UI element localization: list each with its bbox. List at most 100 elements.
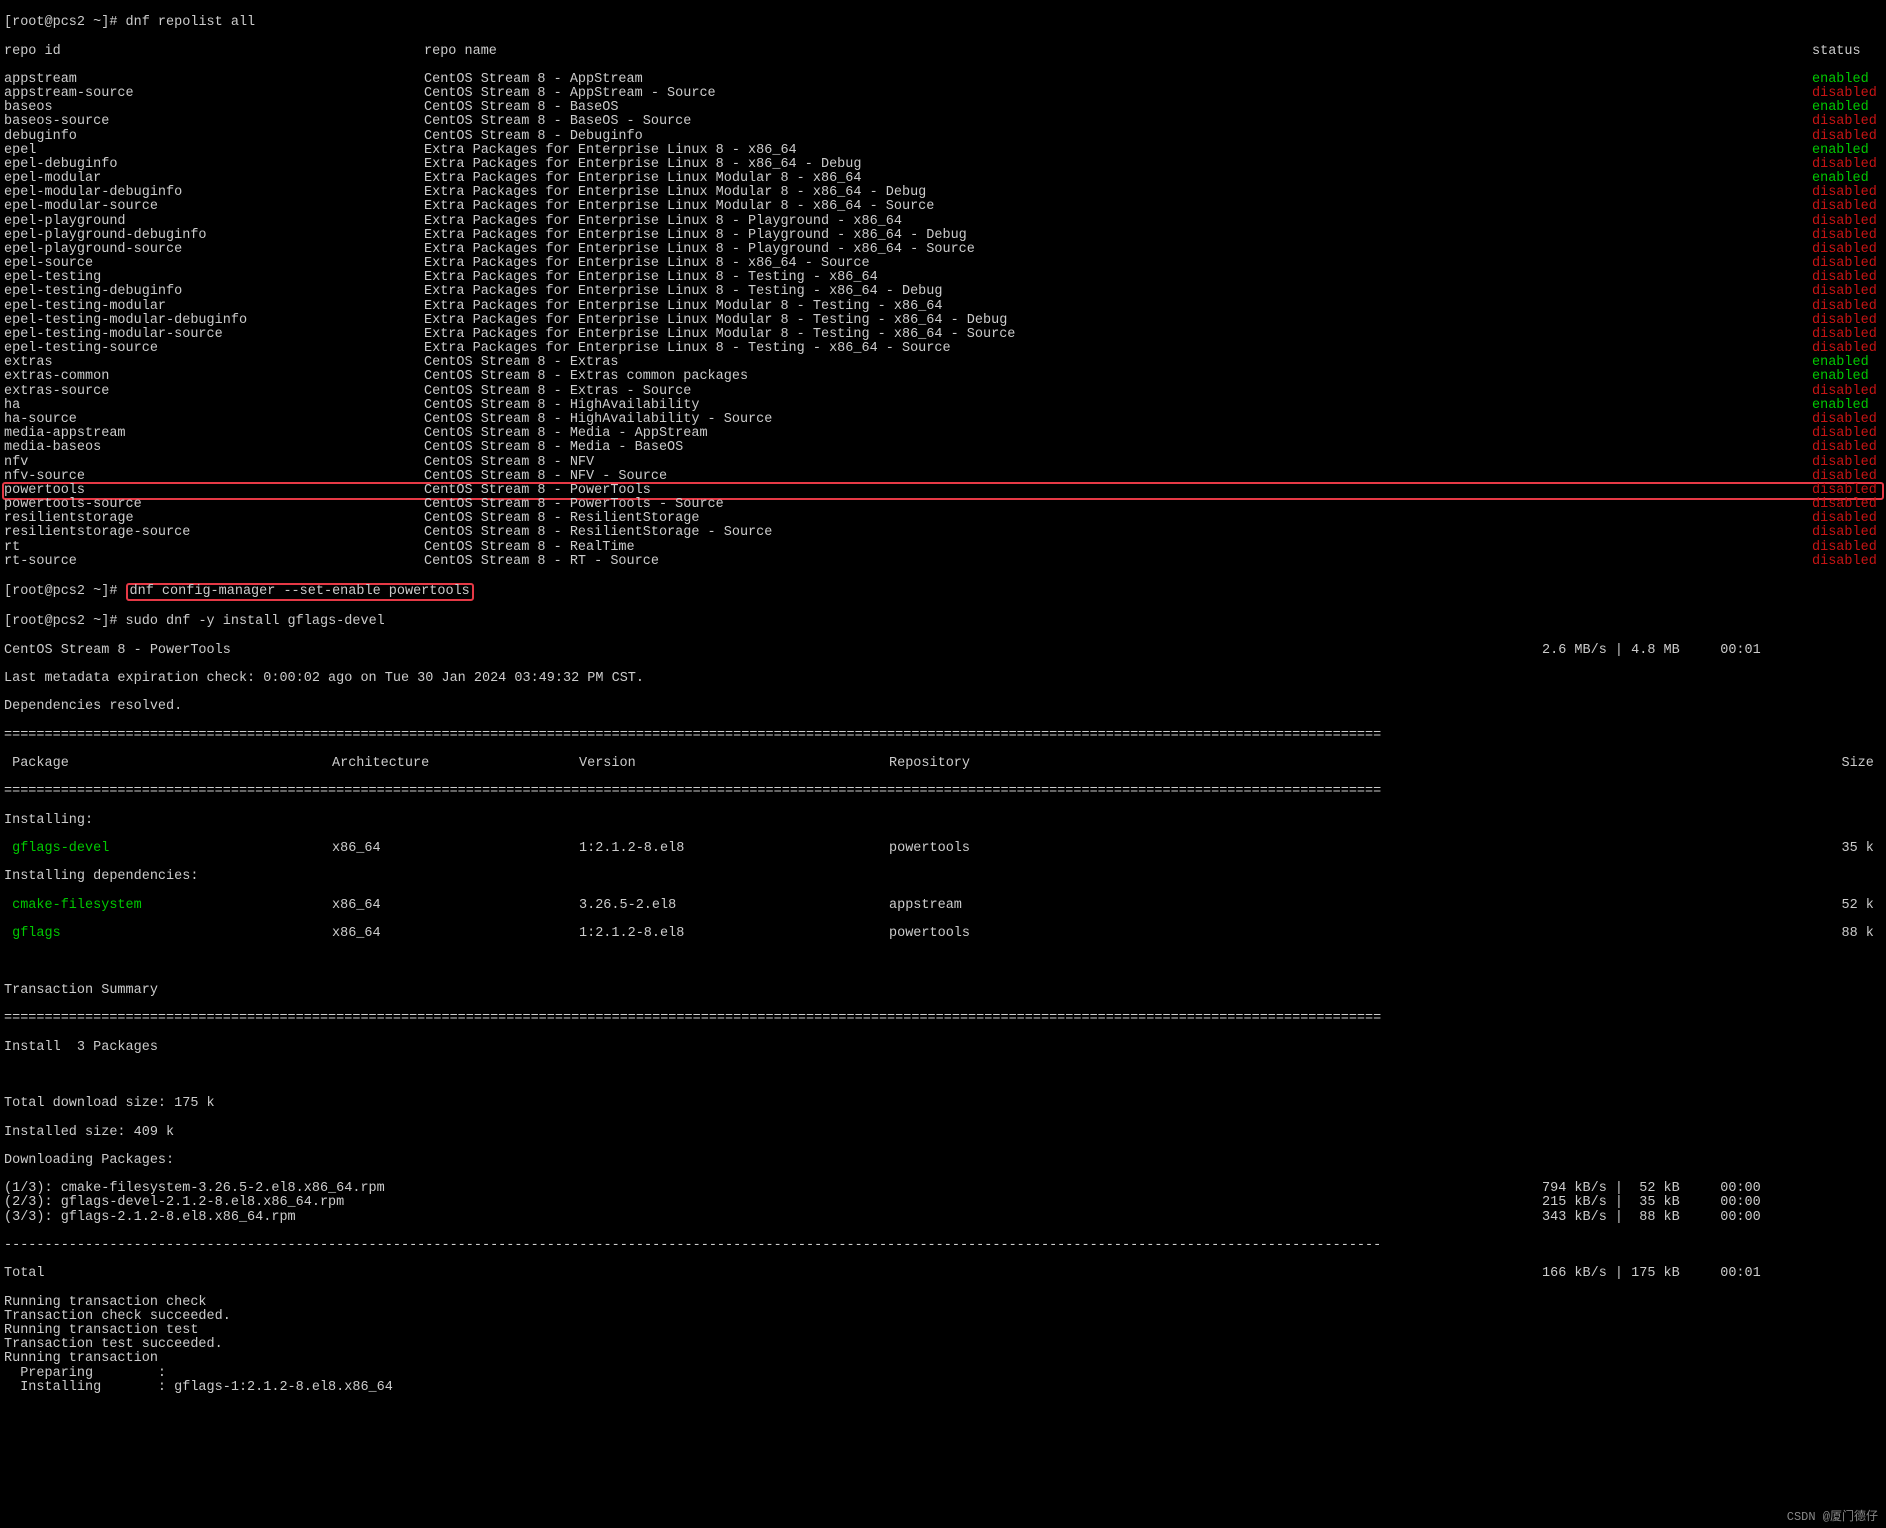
pkg-ver: 3.26.5-2.el8 (579, 899, 889, 913)
repo-status: disabled (1812, 526, 1882, 540)
repo-name: Extra Packages for Enterprise Linux 8 - … (424, 158, 1812, 172)
repo-name: CentOS Stream 8 - AppStream (424, 73, 1812, 87)
dl-file: (1/3): cmake-filesystem-3.26.5-2.el8.x86… (4, 1182, 385, 1196)
repo-id: media-baseos (4, 441, 424, 455)
repo-id: media-appstream (4, 427, 424, 441)
dnf-deps: Dependencies resolved. (4, 700, 1882, 714)
total-label: Total (4, 1267, 45, 1281)
ruler-1: ========================================… (4, 729, 1882, 743)
download-row: (1/3): cmake-filesystem-3.26.5-2.el8.x86… (4, 1182, 1882, 1196)
hdr-repo-name: repo name (424, 45, 1812, 59)
repo-name: Extra Packages for Enterprise Linux Modu… (424, 172, 1812, 186)
pkg-size: 35 k (1169, 842, 1882, 856)
repo-status: disabled (1812, 498, 1882, 512)
repo-status: disabled (1812, 541, 1882, 555)
repo-name: CentOS Stream 8 - AppStream - Source (424, 87, 1812, 101)
pkg-header: PackageArchitectureVersionRepositorySize (4, 757, 1882, 771)
prompt-line-1: [root@pcs2 ~]# dnf repolist all (4, 16, 1882, 30)
repo-id: nfv (4, 456, 424, 470)
pkg-name: gflags-devel (4, 842, 332, 856)
dl-speed: 794 kB/s | 52 kB 00:00 (1542, 1182, 1882, 1196)
repo-row: nfv-sourceCentOS Stream 8 - NFV - Source… (4, 470, 1882, 484)
repo-row: extras-sourceCentOS Stream 8 - Extras - … (4, 385, 1882, 399)
repo-name: Extra Packages for Enterprise Linux Modu… (424, 328, 1812, 342)
repo-name: Extra Packages for Enterprise Linux 8 - … (424, 229, 1812, 243)
hdr-package: Package (4, 757, 332, 771)
downloading-label: Downloading Packages: (4, 1154, 1882, 1168)
hdr-size: Size (1169, 757, 1882, 771)
pkg-ver: 1:2.1.2-8.el8 (579, 927, 889, 941)
repo-id: epel-playground-source (4, 243, 424, 257)
repolist-header: repo idrepo namestatus (4, 45, 1882, 59)
highlight-command: dnf config-manager --set-enable powertoo… (126, 583, 474, 601)
repo-name: CentOS Stream 8 - Extras common packages (424, 370, 1812, 384)
repo-status: disabled (1812, 285, 1882, 299)
repo-row: epel-testing-debuginfoExtra Packages for… (4, 285, 1882, 299)
repo-status: disabled (1812, 87, 1882, 101)
repo-id: epel (4, 144, 424, 158)
hdr-status: status (1812, 45, 1882, 59)
repo-id: epel-modular (4, 172, 424, 186)
repo-id: ha (4, 399, 424, 413)
repo-status: disabled (1812, 200, 1882, 214)
output-line: Running transaction test (4, 1324, 1882, 1338)
ruler-3: ========================================… (4, 1012, 1882, 1026)
repo-status: disabled (1812, 427, 1882, 441)
repo-name: CentOS Stream 8 - HighAvailability (424, 399, 1812, 413)
repo-name: CentOS Stream 8 - Media - AppStream (424, 427, 1812, 441)
pkg-size: 88 k (1169, 927, 1882, 941)
watermark: CSDN @厦门德仔 (1787, 1511, 1878, 1524)
repo-row: epel-testing-sourceExtra Packages for En… (4, 342, 1882, 356)
repo-id: powertools-source (4, 498, 424, 512)
repo-status: disabled (1812, 314, 1882, 328)
repo-name: CentOS Stream 8 - RT - Source (424, 555, 1812, 569)
repo-row: epel-testingExtra Packages for Enterpris… (4, 271, 1882, 285)
repo-status: disabled (1812, 456, 1882, 470)
output-line: Running transaction check (4, 1296, 1882, 1310)
repo-row: epel-modularExtra Packages for Enterpris… (4, 172, 1882, 186)
repo-id: baseos (4, 101, 424, 115)
repo-name: Extra Packages for Enterprise Linux Modu… (424, 200, 1812, 214)
repo-id: extras-source (4, 385, 424, 399)
repo-name: CentOS Stream 8 - BaseOS (424, 101, 1812, 115)
repo-row: epel-playground-debuginfoExtra Packages … (4, 229, 1882, 243)
repo-name: Extra Packages for Enterprise Linux 8 - … (424, 257, 1812, 271)
repo-name: CentOS Stream 8 - RealTime (424, 541, 1812, 555)
repo-status: disabled (1812, 215, 1882, 229)
repo-name: CentOS Stream 8 - ResilientStorage (424, 512, 1812, 526)
download-row: (3/3): gflags-2.1.2-8.el8.x86_64.rpm343 … (4, 1211, 1882, 1225)
repo-name: CentOS Stream 8 - ResilientStorage - Sou… (424, 526, 1812, 540)
repo-status: disabled (1812, 271, 1882, 285)
repo-status: disabled (1812, 115, 1882, 129)
repo-row: epel-debuginfoExtra Packages for Enterpr… (4, 158, 1882, 172)
pkg-arch: x86_64 (332, 842, 579, 856)
dnf-repo-speed: 2.6 MB/s | 4.8 MB 00:01 (1542, 644, 1882, 658)
repo-id: epel-modular-debuginfo (4, 186, 424, 200)
repo-name: CentOS Stream 8 - PowerTools - Source (424, 498, 1812, 512)
repo-row: epelExtra Packages for Enterprise Linux … (4, 144, 1882, 158)
output-line: Installing : gflags-1:2.1.2-8.el8.x86_64 (4, 1381, 1882, 1395)
prompt-1: [root@pcs2 ~]# (4, 15, 126, 30)
output-line: Transaction check succeeded. (4, 1310, 1882, 1324)
repo-name: Extra Packages for Enterprise Linux 8 - … (424, 144, 1812, 158)
repo-status: enabled (1812, 101, 1882, 115)
repo-row: resilientstorageCentOS Stream 8 - Resili… (4, 512, 1882, 526)
hdr-version: Version (579, 757, 889, 771)
repo-id: epel-testing-debuginfo (4, 285, 424, 299)
repo-row: epel-testing-modularExtra Packages for E… (4, 300, 1882, 314)
repo-row: epel-modular-sourceExtra Packages for En… (4, 200, 1882, 214)
installed-size: Installed size: 409 k (4, 1126, 1882, 1140)
repo-row: powertools-sourceCentOS Stream 8 - Power… (4, 498, 1882, 512)
repo-status: disabled (1812, 257, 1882, 271)
repo-status: disabled (1812, 512, 1882, 526)
repo-name: CentOS Stream 8 - PowerTools (424, 484, 1812, 498)
dl-speed: 215 kB/s | 35 kB 00:00 (1542, 1196, 1882, 1210)
repo-row: epel-modular-debuginfoExtra Packages for… (4, 186, 1882, 200)
pkg-repo: appstream (889, 899, 1169, 913)
command-3: sudo dnf -y install gflags-devel (126, 614, 385, 629)
repo-id: appstream-source (4, 87, 424, 101)
repo-name: Extra Packages for Enterprise Linux Modu… (424, 186, 1812, 200)
total-download-size: Total download size: 175 k (4, 1097, 1882, 1111)
terminal[interactable]: [root@pcs2 ~]# dnf repolist all repo idr… (0, 0, 1886, 1411)
repo-status: enabled (1812, 73, 1882, 87)
